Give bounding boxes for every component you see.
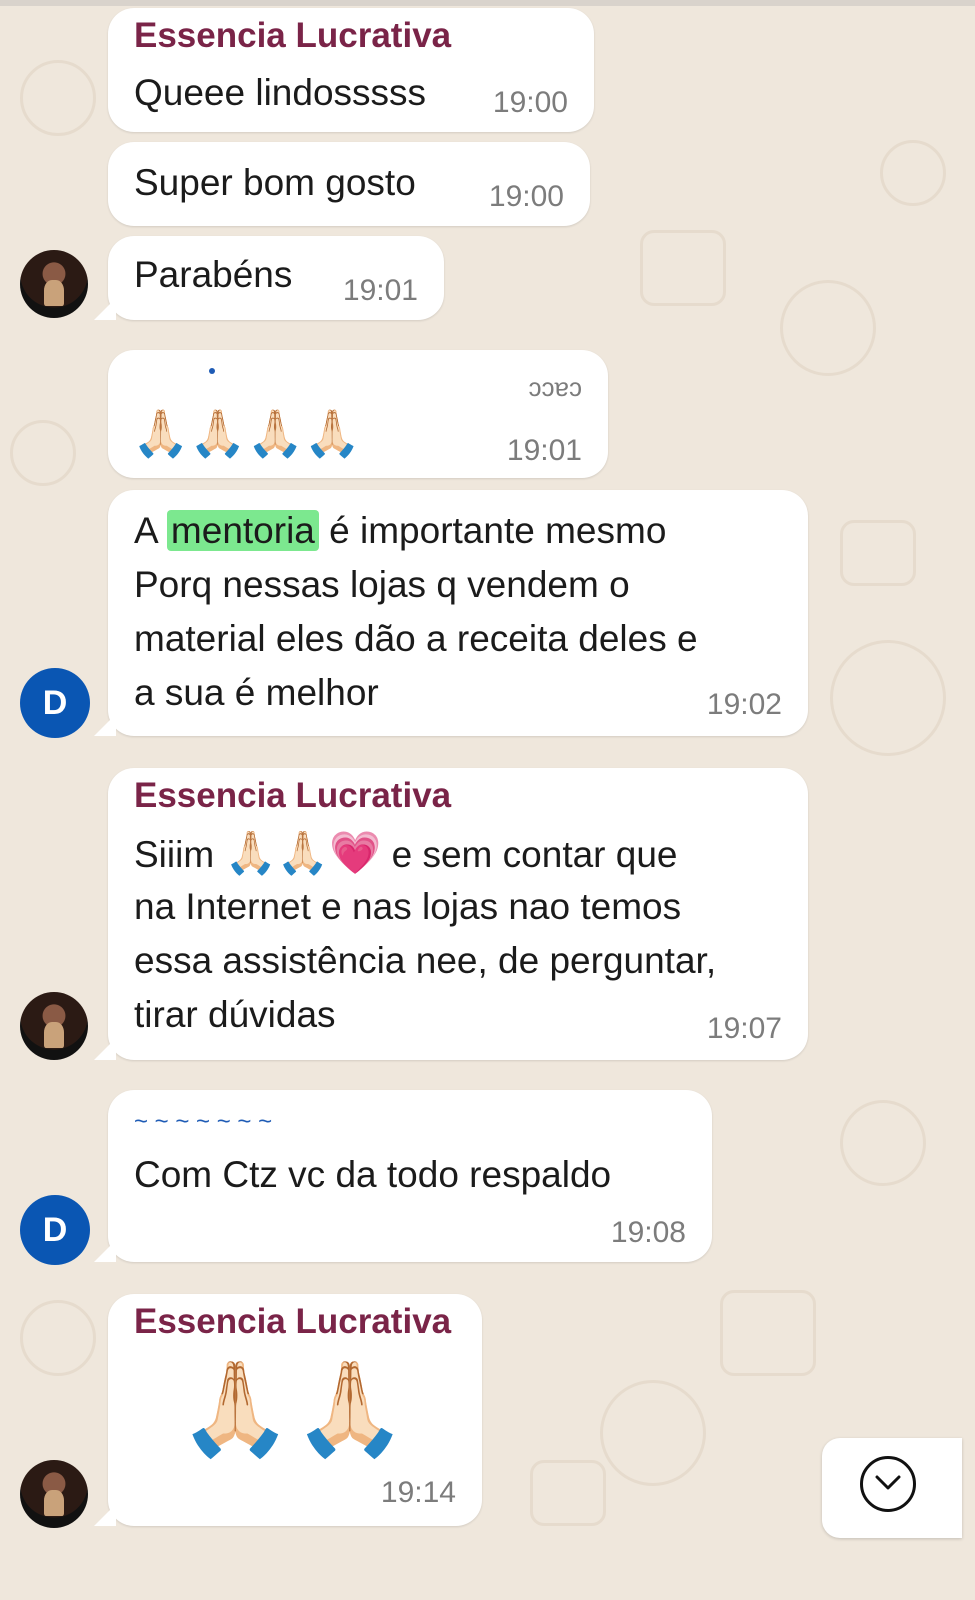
message-text: A — [134, 510, 157, 551]
cropped-quote-text: ~ ~ ~ ~ ~ ~ ~ — [134, 1108, 273, 1135]
message-bubble[interactable]: Essencia Lucrativa Queee lindosssss 19:0… — [108, 8, 594, 132]
wallpaper-doodle — [20, 1300, 96, 1376]
message-text: Parabéns — [134, 254, 293, 295]
message-time: 19:14 — [380, 1476, 456, 1509]
cropped-quote-text: ɔɔɐɔ — [528, 372, 582, 402]
wallpaper-doodle — [20, 60, 96, 136]
avatar[interactable] — [20, 1460, 88, 1528]
message-text: Porq nessas lojas q vendem o — [134, 564, 630, 605]
scroll-to-bottom-button[interactable] — [822, 1438, 962, 1538]
message-bubble[interactable]: ~ ~ ~ ~ ~ ~ ~ Com Ctz vc da todo respald… — [94, 1090, 712, 1262]
avatar[interactable]: D — [20, 668, 90, 738]
chevron-down-icon — [875, 1475, 901, 1490]
message-text: é importante mesmo — [329, 510, 667, 551]
avatar[interactable] — [20, 992, 88, 1060]
wallpaper-doodle — [720, 1290, 816, 1376]
message-bubble[interactable]: Super bom gosto 19:00 — [108, 142, 590, 226]
wallpaper-doodle — [10, 420, 76, 486]
wallpaper-doodle — [880, 140, 946, 206]
wallpaper-doodle — [840, 1100, 926, 1186]
emoji-message: 🙏🏻🙏🏻 — [178, 1358, 408, 1460]
wallpaper-doodle — [640, 230, 726, 306]
message-text: Siiim — [134, 834, 215, 875]
sender-name: Essencia Lucrativa — [134, 16, 452, 55]
emoji-message: 🙏🏻🙏🏻🙏🏻🙏🏻 — [132, 407, 362, 459]
wallpaper-doodle — [530, 1460, 606, 1526]
message-text: Super bom gosto — [134, 162, 416, 203]
highlighted-word: mentoria — [166, 510, 319, 551]
message-time: 19:01 — [506, 434, 582, 467]
chat-area: Essencia Lucrativa Queee lindosssss 19:0… — [0, 0, 975, 1600]
message-time: 19:01 — [342, 274, 418, 307]
message-time: 19:00 — [492, 86, 568, 119]
wallpaper-doodle — [830, 640, 946, 756]
message-text: na Internet e nas lojas nao temos — [134, 886, 682, 927]
message-text: material eles dão a receita deles e — [134, 618, 698, 659]
message-text: tirar dúvidas — [134, 994, 336, 1035]
message-bubble[interactable]: Parabéns 19:01 — [94, 236, 444, 320]
sender-name: Essencia Lucrativa — [134, 1302, 452, 1341]
wallpaper-doodle — [600, 1380, 706, 1486]
avatar[interactable]: D — [20, 1195, 90, 1265]
message-bubble[interactable]: Essencia Lucrativa 🙏🏻🙏🏻 19:14 — [94, 1294, 482, 1526]
sender-name: Essencia Lucrativa — [134, 776, 452, 815]
message-bubble[interactable]: A mentoria é importante mesmo Porq nessa… — [94, 490, 808, 736]
avatar[interactable] — [20, 250, 88, 318]
wallpaper-doodle — [780, 280, 876, 376]
message-time: 19:00 — [488, 180, 564, 213]
message-text: Com Ctz vc da todo respaldo — [134, 1154, 612, 1195]
blurred-mark — [209, 368, 215, 374]
emoji: 🙏🏻🙏🏻💗 — [224, 829, 382, 876]
message-bubble[interactable]: ɔɔɐɔ 🙏🏻🙏🏻🙏🏻🙏🏻 19:01 — [108, 350, 608, 478]
message-time: 19:07 — [706, 1012, 782, 1045]
message-text: a sua é melhor — [134, 672, 379, 713]
message-text: e sem contar que — [391, 834, 678, 875]
message-time: 19:02 — [706, 688, 782, 721]
message-text: essa assistência nee, de perguntar, — [134, 940, 717, 981]
wallpaper-doodle — [840, 520, 916, 586]
top-divider — [0, 0, 975, 6]
message-text: Queee lindosssss — [134, 72, 427, 113]
message-time: 19:08 — [610, 1216, 686, 1249]
message-bubble[interactable]: Essencia Lucrativa Siiim 🙏🏻🙏🏻💗 e sem con… — [94, 768, 808, 1060]
